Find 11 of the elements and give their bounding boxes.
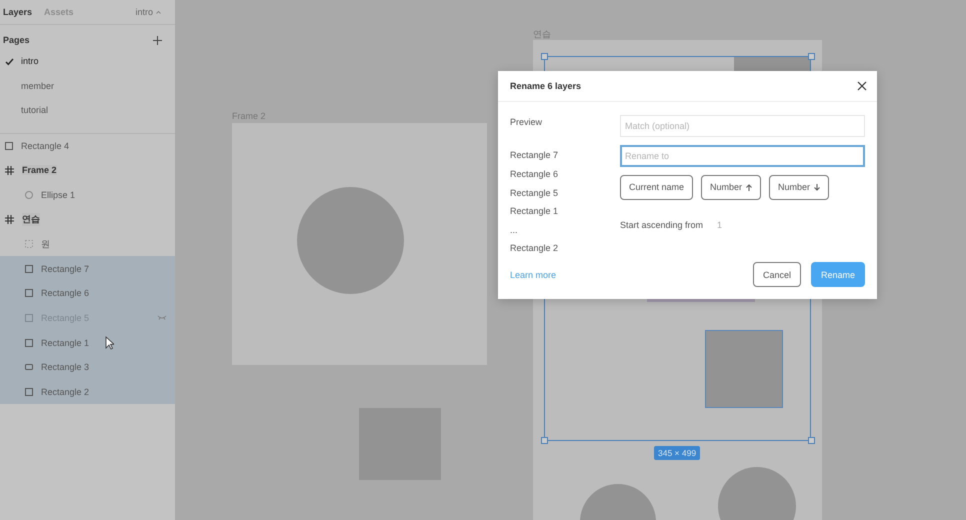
- preview-item: Rectangle 5: [510, 188, 560, 200]
- preview-item: Rectangle 7: [510, 150, 560, 162]
- preview-item: ...: [510, 224, 519, 237]
- preview-item: Rectangle 6: [510, 169, 560, 182]
- size-badge: 345 × 499: [654, 446, 700, 460]
- pages-title: Pages: [3, 35, 30, 45]
- preview-item: Rectangle 1: [510, 206, 560, 218]
- dialog-title: Rename 6 layers: [510, 80, 582, 91]
- start-label: Start ascending from: [620, 220, 704, 230]
- preview-item: Rectangle 2: [510, 243, 560, 256]
- preview-title: Preview: [510, 116, 544, 129]
